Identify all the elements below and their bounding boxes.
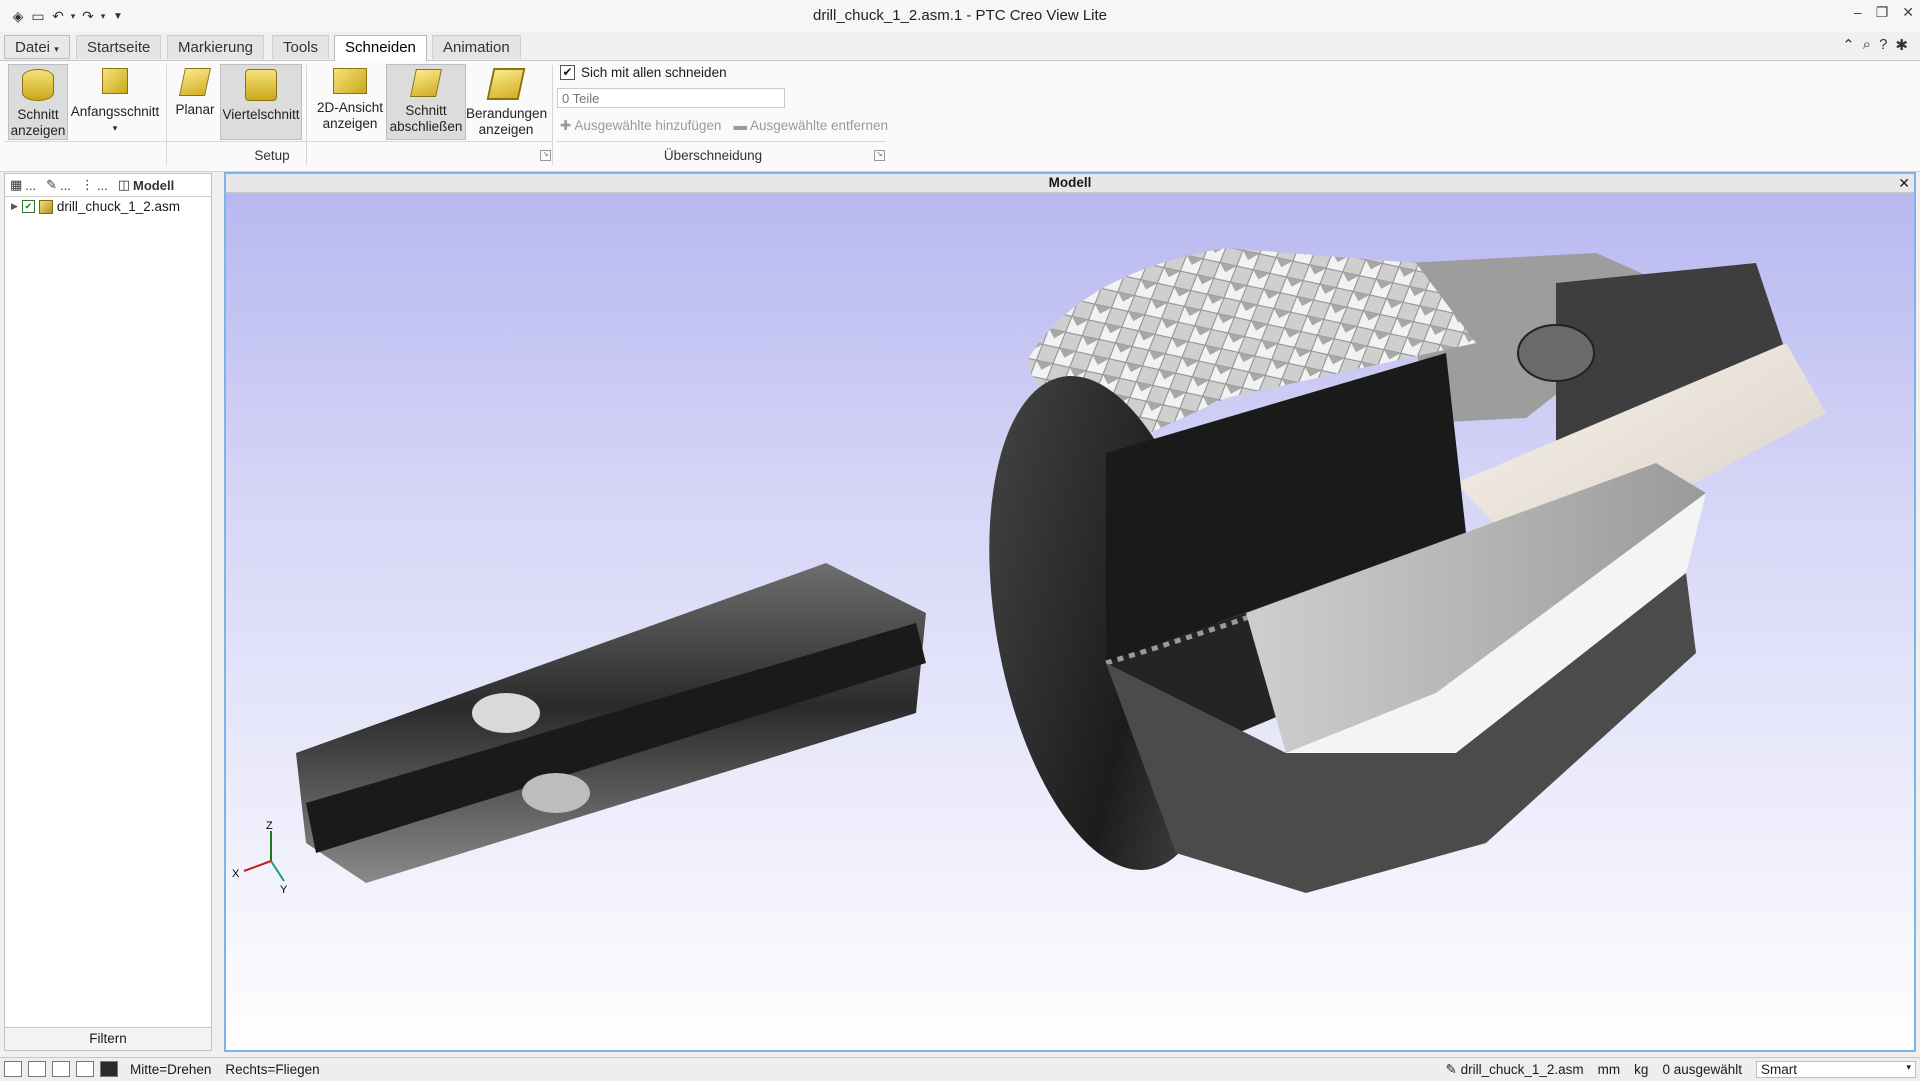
ribbon: Schnitt anzeigen Anfangsschnitt ▾ Planar… — [0, 61, 1920, 172]
setup-group-label: Setup — [254, 148, 290, 163]
ribbon-tab-bar: Datei ▾ Startseite Markierung Tools Schn… — [0, 32, 1920, 61]
console-icon[interactable] — [100, 1061, 118, 1077]
planar-icon — [179, 68, 211, 96]
mouse-hint-right: Rechts=Fliegen — [225, 1061, 320, 1077]
model-cube-icon: ◫ — [117, 177, 131, 192]
layout-full-icon[interactable] — [76, 1061, 94, 1077]
model-tree-panel: ▦... ✎... ⋮... ◫ Modell ▶ ✔ drill_chuck_1… — [4, 173, 212, 1051]
parts-field[interactable] — [557, 88, 785, 108]
active-model: ✎ drill_chuck_1_2.asm — [1445, 1061, 1584, 1077]
layout-split-icon[interactable] — [28, 1061, 46, 1077]
help-icon[interactable]: ? — [1879, 36, 1887, 54]
mouse-hint-middle: Mitte=Drehen — [130, 1061, 212, 1077]
help-icons: ⌃ ⌕ ? ✱ — [1842, 36, 1908, 54]
3d-canvas[interactable]: Z X Y — [226, 193, 1914, 1050]
quarter-cut-icon — [245, 69, 277, 101]
search-icon[interactable]: ⌕ — [1863, 36, 1871, 54]
setup-launcher-icon[interactable]: ↘ — [540, 150, 551, 161]
chevron-down-icon: ▾ — [112, 123, 118, 133]
show-boundaries-button[interactable]: Berandungen anzeigen — [466, 64, 547, 140]
pencil-model-icon: ✎ — [1445, 1061, 1457, 1077]
remove-selected-button[interactable]: ▬ Ausgewählte entfernen — [733, 118, 888, 134]
model-viewport[interactable]: Modell ✕ Z X Y — [224, 172, 1916, 1052]
panel-tabs: ▦... ✎... ⋮... ◫ Modell — [5, 174, 211, 197]
filter-button[interactable]: Filtern — [5, 1027, 211, 1050]
panel-tab-modell[interactable]: ◫ Modell — [113, 177, 179, 193]
axis-x-label: X — [232, 868, 240, 880]
window-title: drill_chuck_1_2.asm.1 - PTC Creo View Li… — [812, 7, 1108, 24]
chevron-down-icon: ▾ — [1906, 1062, 1911, 1072]
quarter-cut-button[interactable]: Viertelschnitt — [220, 64, 302, 140]
tab-markierung[interactable]: Markierung — [167, 35, 265, 59]
intersect-all-checkbox[interactable]: ✔ — [560, 65, 575, 80]
axis-triad: Z X Y — [232, 820, 288, 896]
tab-tools[interactable]: Tools — [272, 35, 330, 59]
hierarchy-icon: ⋮ — [80, 177, 94, 192]
panel-tab-1[interactable]: ▦... — [5, 177, 41, 193]
viewport-title-bar: Modell ✕ — [226, 174, 1914, 193]
window-controls: – ❐ ✕ — [1854, 4, 1914, 21]
assembly-icon — [38, 199, 53, 214]
2d-view-icon — [333, 68, 367, 94]
tab-datei[interactable]: Datei ▾ — [4, 35, 70, 59]
jaw-hole — [1517, 324, 1595, 382]
panel-tab-2[interactable]: ✎... — [41, 177, 76, 193]
close-section-icon — [410, 69, 442, 97]
selection-actions: ✚ Ausgewählte hinzufügen ▬ Ausgewählte e… — [560, 118, 888, 134]
mass-unit: kg — [1634, 1062, 1649, 1077]
axis-z-label: Z — [266, 820, 273, 832]
plus-icon: ✚ — [560, 118, 572, 133]
visibility-check-icon[interactable]: ✔ — [21, 200, 35, 213]
panel-tab-3[interactable]: ⋮... — [76, 177, 113, 193]
show-2d-view-button[interactable]: 2D-Ansicht anzeigen — [312, 64, 388, 140]
minimize-icon[interactable]: – — [1854, 4, 1862, 21]
drill-chuck-model[interactable]: Z X Y — [226, 193, 1914, 1050]
title-bar: ◈ ▭ ↶ ▾ ↷ ▾ ▼ drill_chuck_1_2.asm.1 - PT… — [0, 0, 1920, 32]
section-cylinder-icon — [22, 69, 54, 101]
selection-count: 0 ausgewählt — [1662, 1062, 1742, 1077]
structure-icon: ▦ — [10, 177, 23, 192]
initial-cut-icon — [102, 68, 128, 94]
planar-button[interactable]: Planar — [172, 64, 218, 140]
add-selected-button[interactable]: ✚ Ausgewählte hinzufügen — [560, 118, 721, 134]
shank-groove-upper — [472, 693, 540, 733]
close-section-button[interactable]: Schnitt abschließen — [386, 64, 466, 140]
axis-y-label: Y — [280, 884, 288, 896]
settings-icon[interactable]: ✱ — [1895, 36, 1908, 54]
viewport-title: Modell — [1048, 175, 1092, 190]
close-window-icon[interactable]: ✕ — [1902, 4, 1914, 21]
tree-item-root[interactable]: ▶ ✔ drill_chuck_1_2.asm — [5, 197, 211, 216]
tab-animation[interactable]: Animation — [432, 35, 521, 59]
intersection-launcher-icon[interactable]: ↘ — [874, 150, 885, 161]
layout-single-icon[interactable] — [4, 1061, 22, 1077]
shank-groove-lower — [522, 773, 590, 813]
tab-startseite[interactable]: Startseite — [76, 35, 162, 59]
restore-icon[interactable]: ❐ — [1876, 4, 1889, 21]
boundaries-icon — [486, 68, 526, 100]
length-unit: mm — [1597, 1062, 1621, 1077]
show-section-button[interactable]: Schnitt anzeigen — [8, 64, 68, 140]
intersect-all-checkbox-row[interactable]: ✔ Sich mit allen schneiden — [560, 65, 727, 80]
tab-schneiden[interactable]: Schneiden — [334, 35, 427, 61]
layout-horizontal-icon[interactable] — [52, 1061, 70, 1077]
minimize-ribbon-icon[interactable]: ⌃ — [1842, 36, 1855, 54]
status-bar: Mitte=Drehen Rechts=Fliegen ✎ drill_chuc… — [0, 1057, 1920, 1081]
expand-icon[interactable]: ▶ — [11, 201, 18, 212]
selection-filter-dropdown[interactable]: Smart ▾ — [1756, 1061, 1916, 1078]
annotation-icon: ✎ — [46, 177, 58, 192]
close-viewport-icon[interactable]: ✕ — [1898, 174, 1910, 192]
chevron-down-icon: ▾ — [54, 44, 59, 54]
minus-icon: ▬ — [733, 118, 747, 133]
intersection-group-label: Überschneidung — [663, 148, 763, 163]
initial-cut-button[interactable]: Anfangsschnitt ▾ — [70, 64, 160, 140]
